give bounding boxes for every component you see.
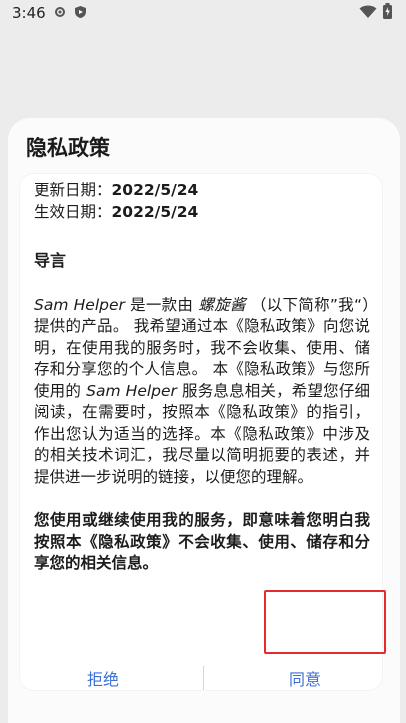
accept-button[interactable]: 同意: [220, 650, 390, 706]
app-name: Sam Helper: [34, 295, 125, 314]
status-left: 3:46: [12, 4, 87, 23]
updated-date-row: 更新日期：2022/5/24: [34, 180, 370, 202]
play-protect-icon: [74, 4, 87, 23]
wifi-icon: [359, 4, 377, 23]
policy-content-scroll[interactable]: 更新日期：2022/5/24 生效日期：2022/5/24 导言 Sam Hel…: [20, 174, 382, 690]
status-time: 3:46: [12, 4, 46, 22]
status-right: [359, 3, 392, 23]
author-name: 螺旋酱: [198, 295, 246, 314]
dialog-title: 隐私政策: [26, 136, 110, 160]
section-title: 导言: [34, 251, 67, 270]
reject-button[interactable]: 拒绝: [18, 650, 188, 706]
intro-text-1: 是一款由: [124, 295, 199, 314]
gear-icon: [53, 4, 67, 23]
privacy-dialog: 隐私政策 更新日期：2022/5/24 生效日期：2022/5/24 导言 Sa…: [8, 118, 400, 723]
status-bar: 3:46: [0, 0, 406, 26]
effective-date-row: 生效日期：2022/5/24: [34, 202, 370, 224]
consent-paragraph: 您使用或继续使用我的服务，即意味着您明白我按照本《隐私政策》不会收集、使用、储存…: [34, 511, 370, 572]
intro-paragraph: Sam Helper 是一款由 螺旋酱 （以下简称”我“）提供的产品。 我希望通…: [34, 295, 370, 489]
effective-date-label: 生效日期：: [34, 202, 112, 221]
dialog-buttons: 拒绝 同意: [8, 650, 400, 706]
updated-date-label: 更新日期：: [34, 181, 112, 199]
effective-date-value: 2022/5/24: [111, 202, 199, 221]
button-divider: [203, 666, 204, 690]
policy-content: 更新日期：2022/5/24 生效日期：2022/5/24 导言 Sam Hel…: [20, 174, 382, 575]
updated-date-value: 2022/5/24: [111, 181, 199, 199]
battery-icon: [383, 3, 392, 23]
app-name-2: Sam Helper: [86, 381, 177, 400]
